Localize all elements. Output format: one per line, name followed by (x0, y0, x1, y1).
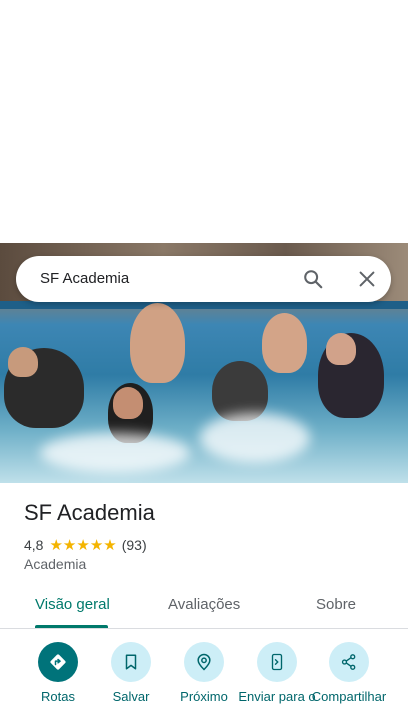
nearby-icon[interactable] (184, 642, 224, 682)
search-query[interactable]: SF Academia (40, 270, 129, 287)
photo-person (262, 313, 307, 373)
place-tabs: Visão geral Avaliações Sobre (0, 586, 408, 629)
share-button[interactable]: Compartilhar (309, 642, 389, 704)
place-category[interactable]: Academia (24, 556, 86, 572)
photo-person (212, 361, 268, 421)
photo-person (8, 347, 38, 377)
bookmark-icon[interactable] (111, 642, 151, 682)
share-icon[interactable] (329, 642, 369, 682)
tab-overview[interactable]: Visão geral (35, 596, 110, 613)
directions-label: Rotas (41, 689, 75, 704)
photo-person (113, 387, 143, 419)
search-bar[interactable]: SF Academia (16, 256, 391, 302)
directions-button[interactable]: Rotas (18, 642, 98, 704)
photo-splash (40, 433, 190, 473)
photo-person (130, 303, 185, 383)
place-title: SF Academia (24, 500, 155, 525)
tab-reviews[interactable]: Avaliações (168, 596, 240, 613)
send-to-phone-label: Enviar para o (238, 689, 316, 704)
photo-splash (200, 413, 310, 463)
rating-row[interactable]: 4,8 ★ ★ ★ ★ ★ (93) (24, 536, 147, 554)
photo-pool-edge (0, 301, 408, 309)
star-icon: ★ (49, 536, 63, 554)
save-button[interactable]: Salvar (91, 642, 171, 704)
nearby-button[interactable]: Próximo (164, 642, 244, 704)
send-to-phone-button[interactable]: Enviar para o (237, 642, 317, 704)
rating-stars: ★ ★ ★ ★ ★ (49, 538, 116, 553)
star-icon: ★ (89, 536, 104, 554)
tab-active-indicator (35, 625, 108, 628)
star-icon: ★ (103, 536, 117, 554)
share-label: Compartilhar (311, 689, 387, 704)
star-icon: ★ (76, 536, 90, 554)
nearby-label: Próximo (180, 689, 228, 704)
close-icon[interactable] (356, 268, 378, 290)
photo-person (326, 333, 356, 365)
tab-about[interactable]: Sobre (316, 596, 356, 613)
send-to-phone-icon[interactable] (257, 642, 297, 682)
star-icon: ★ (62, 536, 77, 554)
search-icon[interactable] (302, 268, 324, 290)
save-label: Salvar (112, 689, 150, 704)
review-count[interactable]: (93) (122, 537, 147, 553)
directions-icon[interactable] (38, 642, 78, 682)
rating-value: 4,8 (24, 537, 44, 553)
map-area-blank (0, 0, 408, 243)
